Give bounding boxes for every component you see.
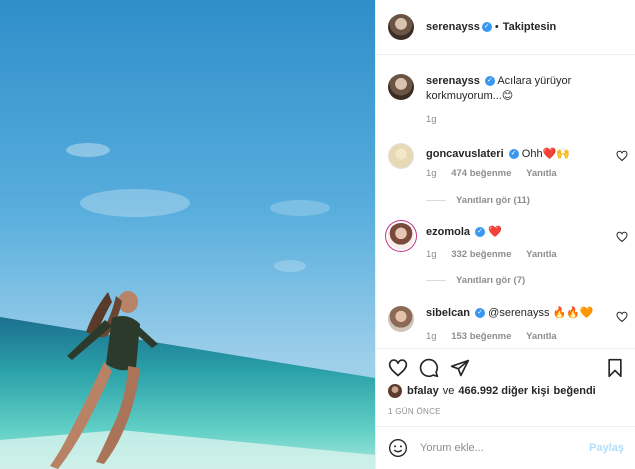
header-username[interactable]: serenayss (426, 21, 480, 33)
comment-time[interactable]: 1g (426, 249, 437, 260)
likes-connector: ve (442, 385, 455, 397)
caption-meta: 1g (426, 114, 449, 125)
view-replies-label: Yanıtları gör (7) (456, 275, 526, 286)
caption-username[interactable]: serenayss (426, 75, 480, 87)
action-bar (376, 348, 635, 386)
following-button[interactable]: Takiptesin (503, 21, 557, 33)
header-separator: • (494, 21, 499, 33)
beach-photo-image (0, 0, 375, 469)
caption-body: serenayss ✓ Acılara yürüyor korkmuyorum.… (426, 74, 606, 104)
post-sidebar: serenayss ✓ • Takiptesin serenayss ✓ Acı… (375, 0, 635, 469)
replies-divider (426, 280, 446, 281)
like-comment-heart-icon[interactable] (616, 311, 628, 323)
view-replies-label: Yanıtları gör (11) (456, 195, 530, 206)
comment-text: Ohh❤️🙌 (521, 148, 570, 160)
comment-body: ezomola ✓ ❤️ (426, 225, 606, 240)
comment-time[interactable]: 1g (426, 331, 437, 342)
reply-button[interactable]: Yanıtla (526, 168, 557, 179)
paper-plane-icon[interactable] (450, 358, 470, 378)
post-comment-button[interactable]: Paylaş (589, 442, 624, 454)
comment-item: ezomola ✓ ❤️ 1g 332 beğenme Yanıtla Yanı… (388, 223, 628, 293)
view-replies-button[interactable]: Yanıtları gör (11) (426, 195, 530, 206)
comment-body: goncavuslateri ✓ Ohh❤️🙌 (426, 147, 606, 162)
comment-item: goncavuslateri ✓ Ohh❤️🙌 1g 474 beğenme Y… (388, 143, 628, 213)
heart-icon[interactable] (388, 358, 408, 378)
comment-meta: 1g 474 beğenme Yanıtla (426, 168, 557, 179)
comment-item: sibelcan ✓ @serenayss 🔥🔥🧡 1g 153 beğenme… (388, 306, 628, 348)
post-date[interactable]: 1 GÜN ÖNCE (388, 407, 441, 416)
caption-item: serenayss ✓ Acılara yürüyor korkmuyorum.… (388, 74, 624, 134)
comment-likes[interactable]: 332 beğenme (451, 249, 511, 260)
comment-text: ❤️ (488, 226, 502, 238)
avatar[interactable] (388, 14, 414, 40)
likes-suffix: beğendi (553, 385, 596, 397)
comment-likes[interactable]: 474 beğenme (451, 168, 511, 179)
like-comment-heart-icon[interactable] (616, 150, 628, 162)
post-header: serenayss ✓ • Takiptesin (376, 0, 635, 55)
reply-button[interactable]: Yanıtla (526, 249, 557, 260)
comment-input[interactable] (420, 442, 580, 454)
verified-badge-icon: ✓ (475, 308, 486, 319)
verified-badge-icon: ✓ (484, 76, 495, 87)
avatar[interactable] (388, 143, 414, 169)
comment-username[interactable]: sibelcan (426, 307, 470, 319)
comment-meta: 1g 153 beğenme Yanıtla (426, 331, 557, 342)
avatar[interactable] (388, 223, 414, 249)
replies-divider (426, 200, 446, 201)
instagram-post: serenayss ✓ • Takiptesin serenayss ✓ Acı… (0, 0, 635, 469)
reply-button[interactable]: Yanıtla (526, 331, 557, 342)
comment-body: sibelcan ✓ @serenayss 🔥🔥🧡 (426, 306, 606, 321)
comment-text: @serenayss 🔥🔥🧡 (488, 307, 594, 319)
view-replies-button[interactable]: Yanıtları gör (7) (426, 275, 525, 286)
comment-meta: 1g 332 beğenme Yanıtla (426, 249, 557, 260)
comment-likes[interactable]: 153 beğenme (451, 331, 511, 342)
avatar[interactable] (388, 306, 414, 332)
emoji-icon[interactable] (388, 438, 408, 458)
caption-time[interactable]: 1g (426, 114, 437, 125)
comment-icon[interactable] (419, 358, 439, 378)
comment-list[interactable]: serenayss ✓ Acılara yürüyor korkmuyorum.… (376, 55, 635, 348)
liker-username[interactable]: bfalay (407, 385, 439, 397)
comment-username[interactable]: ezomola (426, 226, 470, 238)
add-comment-bar: Paylaş (376, 426, 635, 469)
avatar[interactable] (388, 384, 402, 398)
verified-badge-icon: ✓ (475, 227, 486, 238)
verified-badge-icon: ✓ (481, 22, 492, 32)
avatar[interactable] (388, 74, 414, 100)
comment-time[interactable]: 1g (426, 168, 437, 179)
likes-count[interactable]: 466.992 diğer kişi (458, 385, 549, 397)
post-photo[interactable] (0, 0, 375, 469)
like-comment-heart-icon[interactable] (616, 231, 628, 243)
bookmark-icon[interactable] (605, 358, 625, 378)
comment-username[interactable]: goncavuslateri (426, 148, 504, 160)
likes-summary[interactable]: bfalay ve 466.992 diğer kişi beğendi (388, 384, 596, 398)
verified-badge-icon: ✓ (508, 149, 519, 160)
